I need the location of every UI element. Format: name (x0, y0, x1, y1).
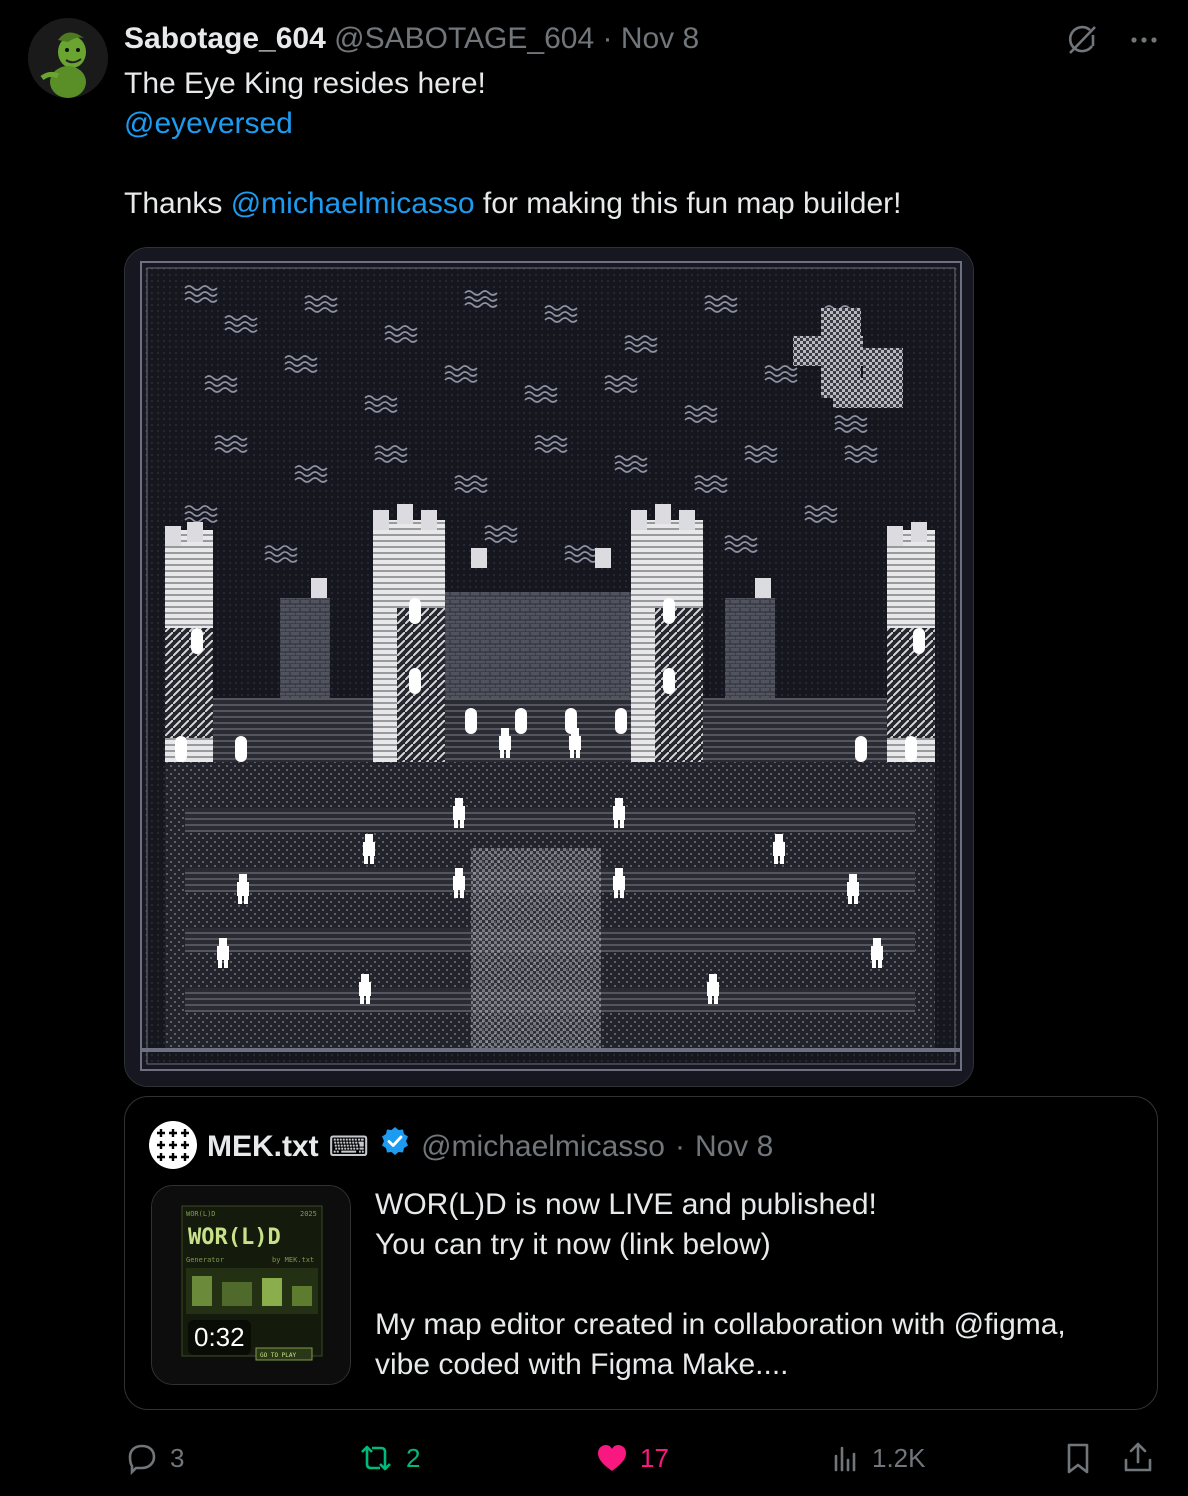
bookmark-icon (1067, 1443, 1089, 1474)
tweet-text: The Eye King resides here! @eyeversed Than… (124, 64, 1164, 224)
quote-header: MEK.txt ⌨ @michaelmicasso · Nov 8 (207, 1125, 773, 1168)
thumb-top-right: 2025 (300, 1210, 317, 1218)
quoted-tweet[interactable]: MEK.txt ⌨ @michaelmicasso · Nov 8 WOR(L)… (124, 1096, 1158, 1410)
reply-count: 3 (170, 1442, 185, 1473)
logo-cross-mark (157, 1141, 165, 1149)
mention-link[interactable]: @eyeversed (124, 107, 293, 140)
window-mark (913, 628, 925, 654)
verified-icon (379, 1125, 411, 1168)
battlement-mark (595, 548, 611, 568)
tweet-text-segment: for making this fun map builder! (474, 187, 902, 220)
grok-icon[interactable] (1064, 22, 1100, 58)
tweet-top-actions (1064, 22, 1160, 58)
battlement-mark (655, 504, 671, 524)
logo-cross-mark (157, 1153, 165, 1161)
thumb-top-left: WOR(L)D (186, 1210, 216, 1218)
window-mark (855, 736, 867, 762)
battlement-mark (421, 510, 437, 530)
battlement-mark (631, 510, 647, 530)
tweet-text-line: Thanks @michaelmicasso for making this f… (124, 184, 1164, 224)
tweet-text-line (124, 144, 1164, 184)
quote-author-avatar[interactable] (149, 1121, 197, 1169)
window-mark (663, 598, 675, 624)
battlement-mark (679, 510, 695, 530)
share-icon (1124, 1442, 1152, 1472)
like-button[interactable]: 17 (594, 1430, 669, 1486)
window-mark (615, 708, 627, 734)
thumb-button: GO TO PLAY (260, 1352, 297, 1359)
battlement-mark (397, 504, 413, 524)
author-name[interactable]: Sabotage_604 (124, 22, 326, 55)
quote-text-line: You can try it now (link below) (375, 1228, 771, 1261)
quote-text-line: vibe coded with Figma Make.... (375, 1348, 789, 1381)
tweet-text-segment: Thanks (124, 187, 231, 220)
quote-author-handle[interactable]: @michaelmicasso (421, 1127, 665, 1167)
logo-cross-mark (169, 1129, 177, 1137)
window-mark (905, 736, 917, 762)
thumb-title: WOR(L)D (188, 1225, 281, 1250)
repost-count: 2 (406, 1442, 421, 1473)
logo-cross-mark (157, 1129, 165, 1137)
bookmark-button[interactable] (1060, 1430, 1096, 1486)
window-mark (465, 708, 477, 734)
tweet-text-line: The Eye King resides here! (124, 64, 1164, 104)
quote-author-name[interactable]: MEK.txt (207, 1127, 319, 1167)
logo-cross-mark (181, 1141, 189, 1149)
battlement-mark (471, 548, 487, 568)
views-icon (834, 1446, 856, 1472)
mention-link[interactable]: @michaelmicasso (231, 187, 475, 220)
tweet-text-line: @eyeversed (124, 104, 1164, 144)
window-mark (235, 736, 247, 762)
battlement-mark (165, 526, 181, 546)
tweet-media-image[interactable] (124, 247, 974, 1087)
tweet-text-segment: The Eye King resides here! (124, 67, 486, 100)
author-avatar[interactable] (28, 18, 108, 98)
logo-cross-mark (169, 1141, 177, 1149)
quote-text-line: My map editor created in collaboration w… (375, 1308, 1066, 1341)
thumb-sub-left: Generator (186, 1256, 224, 1264)
quote-text-line: WOR(L)D is now LIVE and published! (375, 1188, 877, 1221)
tweet-header: Sabotage_604 @SABOTAGE_604 · Nov 8 (124, 20, 699, 58)
author-handle[interactable]: @SABOTAGE_604 (334, 22, 594, 55)
window-mark (175, 736, 187, 762)
battlement-mark (311, 578, 327, 598)
repost-button[interactable]: 2 (356, 1430, 420, 1486)
views-count: 1.2K (872, 1442, 926, 1473)
logo-cross-mark (181, 1129, 189, 1137)
battlement-mark (187, 522, 203, 542)
battlement-mark (373, 510, 389, 530)
like-icon (598, 1445, 626, 1471)
tweet-date[interactable]: Nov 8 (621, 22, 699, 55)
more-icon[interactable] (1128, 24, 1160, 56)
battlement-mark (911, 522, 927, 542)
reply-button[interactable]: 3 (124, 1430, 184, 1486)
separator: · (602, 22, 613, 55)
window-mark (515, 708, 527, 734)
window-mark (409, 598, 421, 624)
thumb-sub-right: by MEK.txt (272, 1256, 314, 1264)
quote-text-line (375, 1265, 1135, 1305)
quote-separator: · (674, 1129, 685, 1163)
views-button[interactable]: 1.2K (830, 1430, 926, 1486)
share-button[interactable] (1120, 1430, 1156, 1486)
quote-video-thumbnail[interactable]: WOR(L)D 2025 WOR(L)D Generator by MEK.tx… (151, 1185, 351, 1385)
reply-icon (128, 1444, 156, 1476)
logo-cross-mark (169, 1153, 177, 1161)
quote-text: WOR(L)D is now LIVE and published! You ca… (375, 1185, 1135, 1385)
like-count: 17 (640, 1442, 669, 1473)
battlement-mark (755, 578, 771, 598)
logo-cross-mark (181, 1153, 189, 1161)
repost-icon (361, 1445, 391, 1471)
quote-date[interactable]: Nov 8 (695, 1127, 773, 1167)
window-mark (663, 668, 675, 694)
battlement-mark (887, 526, 903, 546)
video-duration: 0:32 (188, 1320, 251, 1355)
window-mark (409, 668, 421, 694)
keyboard-icon: ⌨ (328, 1130, 370, 1162)
tweet-actions: 3 2 17 1.2K (124, 1430, 1164, 1486)
window-mark (191, 628, 203, 654)
